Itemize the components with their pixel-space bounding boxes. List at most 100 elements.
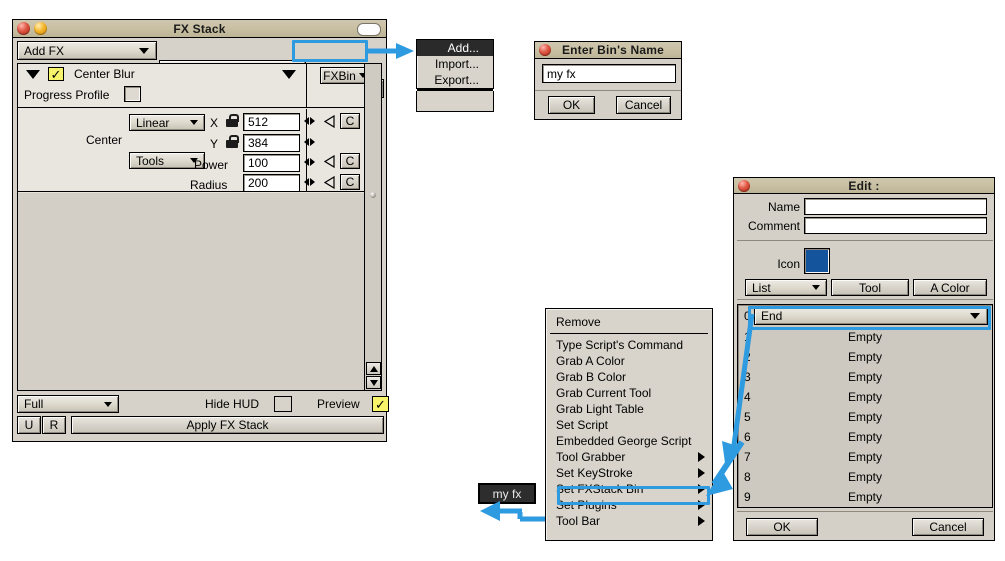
menu-item-set-keystroke[interactable]: Set KeyStroke [546,465,712,481]
menu-item-set-fxstack-bin[interactable]: Set FXStack Bin [546,481,712,497]
scroll-up-button[interactable] [366,362,381,375]
curve-label: C [345,175,355,189]
prev-key-icon[interactable] [324,175,335,189]
table-row[interactable]: 5 Empty [738,407,992,427]
power-value-input[interactable]: 100 [243,154,300,172]
lock-icon[interactable] [226,135,239,148]
icon-swatch[interactable] [804,248,830,274]
bin-dialog-titlebar[interactable]: Enter Bin's Name [535,42,681,59]
menu-item-tool-bar[interactable]: Tool Bar [546,513,712,529]
menu-item-label: Type Script's Command [556,338,684,352]
table-row[interactable]: 7 Empty [738,447,992,467]
submenu-arrow-icon [698,468,705,478]
curve-label: C [345,154,355,168]
x-value: 512 [248,115,269,129]
name-input[interactable] [804,198,987,215]
collapse-icon[interactable] [357,23,381,36]
my-fx-chip[interactable]: my fx [478,483,536,504]
curve-button[interactable]: C [340,153,360,169]
undo-button[interactable]: U [17,416,41,434]
power-label: Power [194,158,229,172]
effect-enabled-checkbox[interactable]: ✓ [48,67,64,81]
menu-item-label: Set FXStack Bin [556,482,644,496]
fxbin-button[interactable]: FXBin [320,67,370,84]
y-spinner[interactable] [304,138,315,146]
menu-item-import[interactable]: Import... [417,56,493,72]
menu-item-grab-light-table[interactable]: Grab Light Table [546,401,712,417]
menu-item-grab-current-tool[interactable]: Grab Current Tool [546,385,712,401]
row-value: Empty [847,410,882,424]
menu-item-type-scripts-command[interactable]: Type Script's Command [546,337,712,353]
menu-item-embedded-george-script[interactable]: Embedded George Script [546,433,712,449]
menu-item-label: Grab A Color [556,354,625,368]
progress-profile-swatch[interactable] [124,86,141,102]
submenu-arrow-icon [698,516,705,526]
a-color-button[interactable]: A Color [913,279,987,296]
bin-dialog-ok-button[interactable]: OK [548,96,595,114]
row-value: Empty [847,390,882,404]
close-icon[interactable] [738,179,750,192]
effect-expand-icon[interactable] [26,70,40,79]
lock-icon[interactable] [226,114,239,127]
fx-stack-titlebar[interactable]: FX Stack [13,20,386,38]
cancel-label: Cancel [929,520,967,534]
radius-spinner[interactable] [304,178,315,186]
preview-checkbox[interactable]: ✓ [372,396,389,412]
table-row[interactable]: 6 Empty [738,427,992,447]
table-row[interactable]: 8 Empty [738,467,992,487]
minimize-icon[interactable] [34,22,47,35]
bin-slot-list[interactable]: 0 End 1 Empty 2 Empty 3 Empty 4 Empty 5 … [737,304,993,508]
menu-item-export[interactable]: Export... [417,72,493,88]
edit-divider-top [737,240,993,241]
menu-item-set-script[interactable]: Set Script [546,417,712,433]
add-fx-label: Add FX [24,43,65,58]
close-icon[interactable] [539,44,551,56]
effect-menu-icon[interactable] [282,70,296,79]
context-menu-remove[interactable]: Remove [546,313,712,330]
submenu-arrow-icon [698,452,705,462]
center-interp-dropdown[interactable]: Linear [129,114,205,131]
scroll-down-button[interactable] [366,376,381,389]
menu-item-set-plugins[interactable]: Set Plugins [546,497,712,513]
list-dropdown[interactable]: List [745,279,827,296]
fx-stack-scrollbar[interactable] [364,64,381,390]
close-icon[interactable] [17,22,30,35]
x-value-input[interactable]: 512 [243,113,300,131]
quality-dropdown[interactable]: Full [17,395,119,413]
redo-button[interactable]: R [42,416,66,434]
x-spinner[interactable] [304,117,315,125]
y-value-input[interactable]: 384 [243,134,300,152]
comment-input[interactable] [804,217,987,234]
edit-cancel-button[interactable]: Cancel [912,518,984,536]
menu-item-tool-grabber[interactable]: Tool Grabber [546,449,712,465]
bin-dialog-cancel-button[interactable]: Cancel [616,96,671,114]
edit-dialog-titlebar[interactable]: Edit : [734,178,994,194]
menu-item-label: Set KeyStroke [556,466,633,480]
menu-item-grab-b-color[interactable]: Grab B Color [546,369,712,385]
table-row[interactable]: 4 Empty [738,387,992,407]
table-row[interactable]: 9 Empty [738,487,992,507]
slot-0-dropdown[interactable]: End [754,307,988,325]
bin-name-input[interactable]: my fx [542,64,676,83]
curve-button[interactable]: C [340,113,360,129]
scroll-thumb[interactable] [370,192,376,198]
table-row[interactable]: 0 End [738,305,992,327]
table-row[interactable]: 2 Empty [738,347,992,367]
add-fx-dropdown[interactable]: Add FX [17,41,157,60]
radius-value-input[interactable]: 200 [243,174,300,192]
edit-ok-button[interactable]: OK [746,518,818,536]
fx-stack-footer: Full Hide HUD Preview ✓ U R Apply FX Sta… [17,393,389,437]
menu-item-add[interactable]: Add... [417,40,493,56]
menu-item-grab-a-color[interactable]: Grab A Color [546,353,712,369]
tool-button[interactable]: Tool [831,279,909,296]
edit-divider-mid [737,299,993,300]
prev-key-icon[interactable] [324,114,335,128]
table-row[interactable]: 3 Empty [738,367,992,387]
menu-item-label: Tool Grabber [556,450,626,464]
apply-fx-stack-button[interactable]: Apply FX Stack [71,416,384,434]
curve-button[interactable]: C [340,174,360,190]
hide-hud-checkbox[interactable] [274,396,292,412]
prev-key-icon[interactable] [324,154,335,168]
table-row[interactable]: 1 Empty [738,327,992,347]
power-spinner[interactable] [304,158,315,166]
